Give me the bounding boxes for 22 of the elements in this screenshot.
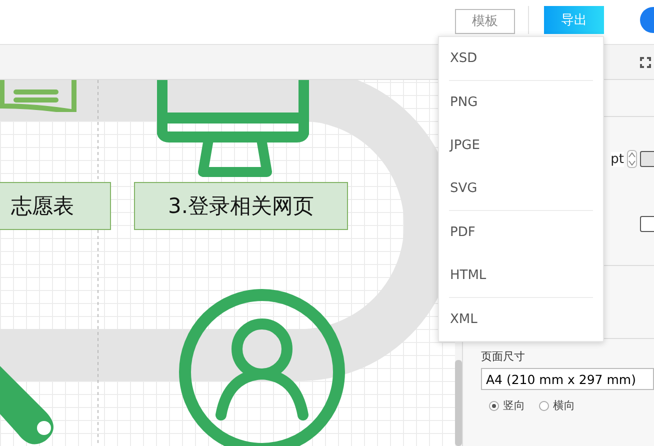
step-label: 志愿表 — [0, 182, 111, 230]
fullscreen-icon[interactable] — [640, 56, 651, 68]
export-format-item[interactable]: SVG — [449, 167, 593, 210]
spinner-icon[interactable] — [627, 150, 637, 168]
export-format-item[interactable]: PDF — [449, 211, 593, 254]
export-format-item[interactable]: XSD — [449, 37, 593, 80]
export-format-item[interactable]: PNG — [449, 81, 593, 124]
color-swatch[interactable] — [640, 151, 654, 167]
export-format-item[interactable]: JPGE — [449, 124, 593, 167]
step-label: 3.登录相关网页 — [134, 182, 348, 230]
orientation-radio[interactable]: 竖向 — [489, 398, 525, 413]
export-format-item[interactable]: HTML — [449, 254, 593, 297]
color-swatch[interactable] — [640, 216, 654, 232]
monitor-icon — [157, 80, 309, 179]
scrollbar[interactable] — [455, 360, 462, 446]
book-icon — [0, 80, 78, 112]
template-button[interactable]: 模板 — [455, 8, 515, 34]
page-size-label: 页面尺寸 — [481, 349, 526, 364]
unit-field[interactable]: pt — [610, 152, 624, 166]
page-size-select[interactable]: A4 (210 mm x 297 mm) — [481, 368, 654, 390]
orientation-radio[interactable]: 横向 — [539, 398, 575, 413]
export-format-item[interactable]: XML — [449, 298, 593, 341]
